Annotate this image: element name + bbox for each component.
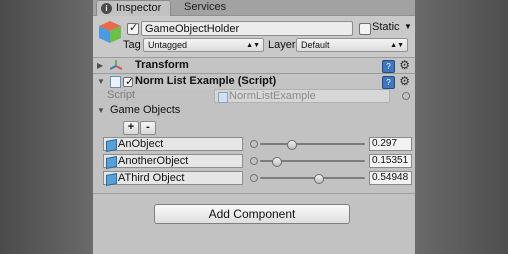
add-component-button[interactable]: Add Component (154, 204, 350, 224)
transform-component-header[interactable]: ▶ Transform ? ⚙ (93, 57, 415, 74)
slider-thumb[interactable] (287, 140, 298, 150)
tab-inspector-label: Inspector (116, 2, 162, 14)
object-field[interactable]: AnotherObject (103, 154, 243, 169)
remove-element-button[interactable]: - (140, 121, 156, 135)
cube-icon (106, 156, 117, 169)
game-objects-title: Game Objects (109, 104, 181, 116)
slider-thumb[interactable] (272, 157, 283, 167)
value-field[interactable]: 0.54948 (369, 171, 412, 185)
background-right (415, 0, 508, 254)
cube-icon (106, 139, 117, 152)
foldout-collapsed-icon[interactable]: ▶ (97, 61, 103, 70)
gameobject-name-field[interactable]: GameObjectHolder (141, 21, 353, 36)
list-item: AnotherObject 0.15351 (103, 154, 412, 169)
object-field[interactable]: AnObject (103, 137, 243, 152)
help-book-icon[interactable]: ? (382, 60, 395, 73)
help-book-icon[interactable]: ? (382, 76, 395, 89)
inspector-panel: i Inspector Services GameObjectHolder St… (93, 0, 415, 254)
gameobject-header: GameObjectHolder Static ▼ Tag Untagged ▲… (93, 16, 415, 58)
value-field[interactable]: 0.15351 (369, 154, 412, 168)
tab-inspector[interactable]: i Inspector (96, 0, 171, 17)
layer-label: Layer (268, 39, 296, 51)
chevron-down-icon: ▲▼ (390, 42, 404, 49)
transform-title: Transform (135, 59, 189, 71)
list-item: AThird Object 0.54948 (103, 171, 412, 186)
script-file-icon (110, 76, 121, 88)
object-picker-icon (402, 92, 410, 100)
foldout-expanded-icon[interactable]: ▼ (97, 77, 105, 86)
background-left (0, 0, 93, 254)
script-file-icon (218, 92, 228, 103)
script-value: NormListExample (229, 90, 316, 102)
static-dropdown-arrow-icon[interactable]: ▼ (404, 22, 412, 31)
gear-icon[interactable]: ⚙ (399, 74, 410, 88)
object-picker-icon[interactable] (250, 140, 258, 148)
separator (93, 193, 415, 194)
tag-label: Tag (123, 39, 141, 51)
layer-dropdown[interactable]: Default ▲▼ (296, 38, 408, 52)
gameobject-cube-icon (99, 21, 121, 43)
static-label: Static (372, 21, 400, 33)
script-object-field: NormListExample (214, 89, 390, 103)
layer-value: Default (301, 40, 330, 50)
script-title: Norm List Example (Script) (135, 75, 277, 87)
slider-thumb[interactable] (313, 174, 324, 184)
object-field[interactable]: AThird Object (103, 171, 243, 186)
script-component-header[interactable]: ▼ Norm List Example (Script) ? ⚙ (93, 73, 415, 90)
object-name: AnotherObject (118, 155, 189, 167)
slider-track[interactable] (260, 140, 365, 150)
add-element-button[interactable]: + (123, 121, 139, 135)
value-field[interactable]: 0.297 (369, 137, 412, 151)
slider-track[interactable] (260, 157, 365, 167)
slider-track[interactable] (260, 174, 365, 184)
gear-icon[interactable]: ⚙ (399, 58, 410, 72)
foldout-expanded-icon: ▼ (97, 106, 105, 115)
tab-strip: i Inspector Services (93, 0, 415, 17)
static-checkbox[interactable] (359, 23, 371, 35)
object-picker-icon[interactable] (250, 174, 258, 182)
script-field-row: Script NormListExample (93, 89, 415, 103)
active-checkbox[interactable] (127, 21, 139, 35)
list-item: AnObject 0.297 (103, 137, 412, 152)
transform-icon (110, 60, 122, 70)
info-icon: i (101, 3, 112, 14)
game-objects-foldout[interactable]: ▼ Game Objects (97, 104, 180, 116)
object-name: AThird Object (118, 172, 185, 184)
cube-icon (106, 173, 117, 186)
object-picker-icon[interactable] (250, 157, 258, 165)
tab-services[interactable]: Services (184, 0, 226, 15)
tag-dropdown[interactable]: Untagged ▲▼ (143, 38, 264, 52)
script-enabled-checkbox[interactable] (123, 75, 134, 88)
chevron-down-icon: ▲▼ (246, 42, 260, 49)
object-name: AnObject (118, 138, 164, 150)
script-label: Script (107, 89, 136, 101)
tag-value: Untagged (148, 40, 188, 50)
